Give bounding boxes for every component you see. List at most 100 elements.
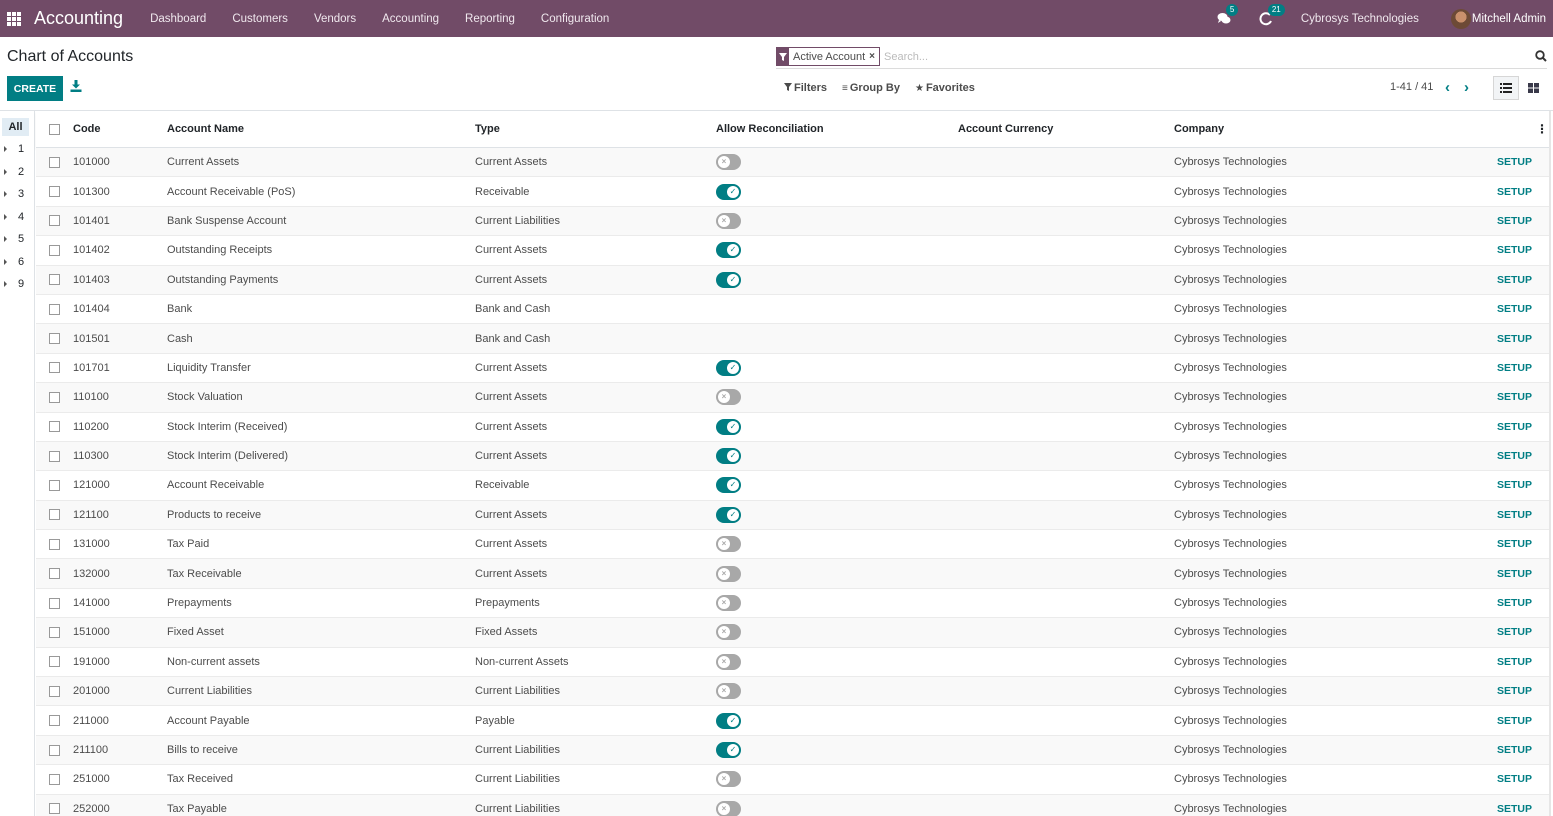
table-row[interactable]: 211000 Account Payable Payable ✓ Cybrosys Te… [36,706,1549,736]
row-checkbox[interactable] [49,479,60,491]
allow-reconciliation-toggle[interactable]: ✓ [716,359,741,376]
caret-right-icon[interactable] [4,146,7,152]
table-row[interactable]: 101501 Cash Bank and Cash Cybrosys Technolo… [36,324,1549,354]
setup-button[interactable]: SETUP [1497,215,1532,227]
setup-button[interactable]: SETUP [1497,450,1532,462]
table-row[interactable]: 101402 Outstanding Receipts Current Assets… [36,236,1549,266]
app-menu-icon[interactable] [7,11,21,26]
column-header-type[interactable]: Type [475,123,500,135]
row-checkbox[interactable] [49,274,60,286]
allow-reconciliation-toggle[interactable]: × [716,212,741,229]
menu-vendors[interactable]: Vendors [301,13,369,25]
row-checkbox[interactable] [49,244,60,256]
list-view-button[interactable] [1493,76,1519,100]
allow-reconciliation-toggle[interactable]: × [716,389,741,406]
column-header-allow-reconciliation[interactable]: Allow Reconciliation [716,123,824,135]
favorites-dropdown[interactable]: ★ Favorites [915,82,975,94]
allow-reconciliation-toggle[interactable]: ✓ [716,448,741,465]
create-button[interactable]: CREATE [7,76,63,101]
searchpanel-group[interactable]: 9 [4,275,24,293]
table-row[interactable]: 101404 Bank Bank and Cash Cybrosys Technolo… [36,295,1549,325]
searchpanel-group[interactable]: 4 [4,208,24,226]
menu-configuration[interactable]: Configuration [528,13,622,25]
row-checkbox[interactable] [49,156,60,168]
row-checkbox[interactable] [49,186,60,198]
activities-button[interactable]: 21 [1259,3,1285,26]
setup-button[interactable]: SETUP [1497,568,1532,580]
row-checkbox[interactable] [49,509,60,521]
row-checkbox[interactable] [49,450,60,462]
searchpanel-all[interactable]: All [2,118,29,136]
app-title[interactable]: Accounting [34,8,123,29]
allow-reconciliation-toggle[interactable]: ✓ [716,477,741,494]
company-switcher[interactable]: Cybrosys Technologies [1301,13,1419,25]
setup-button[interactable]: SETUP [1497,597,1532,609]
allow-reconciliation-toggle[interactable]: ✓ [716,418,741,435]
table-row[interactable]: 141000 Prepayments Prepayments × Cybrosys Te… [36,589,1549,619]
table-row[interactable]: 101701 Liquidity Transfer Current Assets ✓ C… [36,354,1549,384]
row-checkbox[interactable] [49,303,60,315]
table-row[interactable]: 151000 Fixed Asset Fixed Assets × Cybrosys T… [36,618,1549,648]
setup-button[interactable]: SETUP [1497,538,1532,550]
messages-button[interactable]: 5 [1217,3,1239,26]
allow-reconciliation-toggle[interactable]: ✓ [716,242,741,259]
allow-reconciliation-toggle[interactable]: × [716,536,741,553]
row-checkbox[interactable] [49,333,60,345]
table-row[interactable]: 121000 Account Receivable Receivable ✓ Cybro… [36,471,1549,501]
row-checkbox[interactable] [49,215,60,227]
allow-reconciliation-toggle[interactable]: × [716,653,741,670]
row-checkbox[interactable] [49,391,60,403]
caret-right-icon[interactable] [4,281,7,287]
row-checkbox[interactable] [49,773,60,785]
menu-accounting[interactable]: Accounting [369,13,452,25]
kanban-view-button[interactable] [1524,76,1542,100]
search-facet[interactable]: Active Account × [776,47,880,66]
table-row[interactable]: 101401 Bank Suspense Account Current Liabi… [36,206,1549,237]
allow-reconciliation-toggle[interactable]: × [716,595,741,612]
row-checkbox[interactable] [49,362,60,374]
pager-previous-icon[interactable]: ‹ [1445,80,1450,95]
allow-reconciliation-toggle[interactable]: ✓ [716,742,741,758]
row-checkbox[interactable] [49,538,60,550]
allow-reconciliation-toggle[interactable]: × [716,683,741,700]
searchpanel-group[interactable]: 6 [4,253,24,271]
search-input[interactable] [884,50,1504,63]
allow-reconciliation-toggle[interactable]: × [716,565,741,582]
row-checkbox[interactable] [49,744,60,756]
setup-button[interactable]: SETUP [1497,186,1532,198]
setup-button[interactable]: SETUP [1497,685,1532,697]
menu-reporting[interactable]: Reporting [452,13,528,25]
table-row[interactable]: 131000 Tax Paid Current Assets × Cybrosys Te… [36,530,1549,560]
allow-reconciliation-toggle[interactable]: ✓ [716,271,741,288]
table-row[interactable]: 121100 Products to receive Current Assets ✓… [36,500,1549,531]
allow-reconciliation-toggle[interactable]: ✓ [716,712,741,729]
allow-reconciliation-toggle[interactable]: ✓ [716,506,741,523]
optional-columns-icon[interactable]: ⋮ [1536,122,1548,136]
column-header-company[interactable]: Company [1174,123,1224,135]
setup-button[interactable]: SETUP [1497,303,1532,315]
select-all-checkbox[interactable] [49,123,60,135]
row-checkbox[interactable] [49,421,60,433]
user-menu[interactable]: Mitchell Admin [1450,8,1546,29]
setup-button[interactable]: SETUP [1497,421,1532,433]
table-row[interactable]: 191000 Non-current assets Non-current Asse… [36,648,1549,678]
row-checkbox[interactable] [49,626,60,638]
searchpanel-group[interactable]: 2 [4,163,24,181]
column-header-account-name[interactable]: Account Name [167,123,244,135]
setup-button[interactable]: SETUP [1497,509,1532,521]
table-row[interactable]: 251000 Tax Received Current Liabilities × Cy… [36,765,1549,795]
setup-button[interactable]: SETUP [1497,274,1532,286]
row-checkbox[interactable] [49,715,60,727]
table-row[interactable]: 201000 Current Liabilities Current Liabili… [36,677,1549,707]
setup-button[interactable]: SETUP [1497,715,1532,727]
caret-right-icon[interactable] [4,258,7,265]
pager-value[interactable]: 1-41 / 41 [1390,81,1433,93]
menu-customers[interactable]: Customers [219,13,301,25]
export-button[interactable] [70,80,84,96]
caret-right-icon[interactable] [4,213,7,220]
allow-reconciliation-toggle[interactable]: × [716,154,741,171]
setup-button[interactable]: SETUP [1497,333,1532,345]
allow-reconciliation-toggle[interactable]: × [716,800,741,816]
caret-right-icon[interactable] [4,191,7,197]
setup-button[interactable]: SETUP [1497,773,1532,785]
